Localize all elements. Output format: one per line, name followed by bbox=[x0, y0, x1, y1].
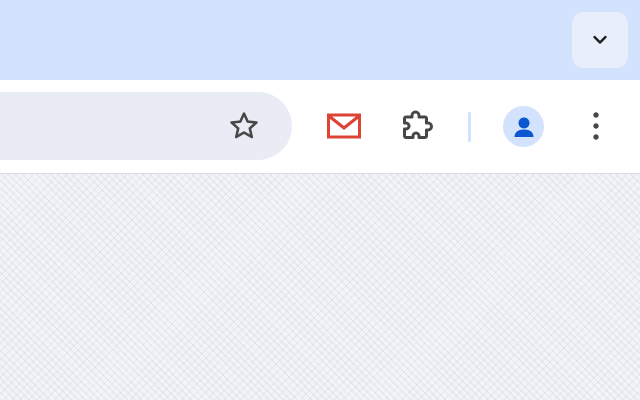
extensions-button[interactable] bbox=[396, 105, 438, 147]
star-outline-icon bbox=[227, 109, 261, 143]
chevron-down-icon bbox=[590, 30, 610, 50]
gmail-icon bbox=[327, 113, 361, 139]
tab-strip bbox=[0, 0, 640, 80]
vertical-dots-icon bbox=[591, 110, 601, 142]
profile-button[interactable] bbox=[503, 106, 544, 147]
person-icon bbox=[509, 112, 539, 142]
gmail-extension-button[interactable] bbox=[324, 106, 364, 146]
page-content bbox=[0, 174, 640, 400]
bookmark-star-button[interactable] bbox=[224, 106, 264, 146]
toolbar-separator bbox=[468, 112, 471, 142]
chrome-menu-button[interactable] bbox=[576, 106, 616, 146]
tab-search-button[interactable] bbox=[572, 12, 628, 68]
toolbar bbox=[0, 80, 640, 173]
puzzle-piece-icon bbox=[399, 108, 435, 144]
browser-window bbox=[0, 0, 640, 400]
